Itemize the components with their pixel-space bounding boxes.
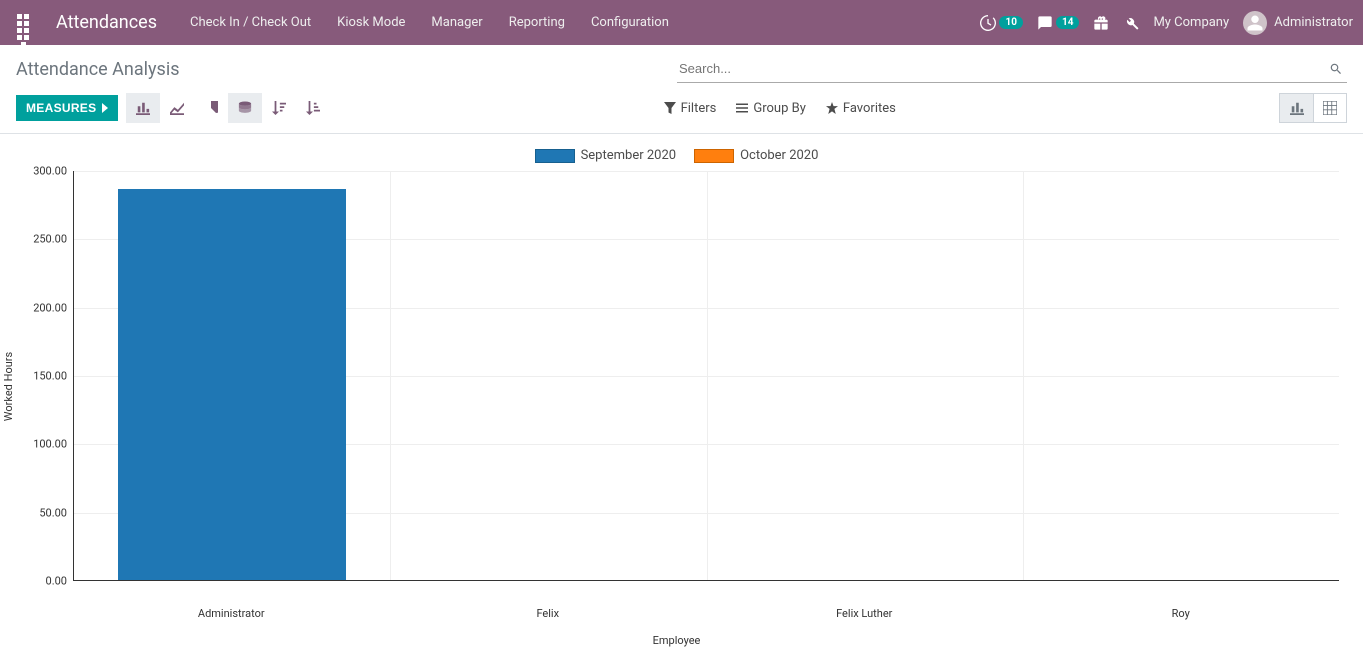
app-brand[interactable]: Attendances [56, 12, 157, 33]
x-tick: Administrator [73, 601, 390, 620]
y-tick: 250.00 [33, 233, 67, 246]
legend-swatch [694, 149, 734, 163]
caret-right-icon [102, 103, 108, 113]
filters-dropdown[interactable]: Filters [664, 101, 717, 116]
funnel-icon [664, 102, 676, 114]
legend-item-oct[interactable]: October 2020 [694, 148, 818, 163]
x-tick: Roy [1023, 601, 1340, 620]
sort-asc-button[interactable] [296, 93, 330, 123]
view-switcher [1279, 93, 1347, 123]
avatar [1243, 11, 1267, 35]
x-axis: AdministratorFelixFelix LutherRoy [73, 601, 1339, 620]
discuss-badge[interactable]: 14 [1037, 15, 1079, 31]
nav-right: 10 14 My Company Administrator [980, 11, 1353, 35]
gift-icon[interactable] [1093, 15, 1109, 31]
nav-menu: Check In / Check Out Kiosk Mode Manager … [177, 0, 682, 45]
timer-count: 10 [999, 16, 1022, 29]
x-tick: Felix [390, 601, 707, 620]
timer-badge[interactable]: 10 [980, 15, 1022, 31]
y-axis: 0.0050.00100.00150.00200.00250.00300.00 [18, 171, 73, 581]
x-axis-label: Employee [0, 620, 1353, 647]
legend: September 2020 October 2020 [0, 144, 1353, 171]
y-tick: 50.00 [39, 506, 67, 519]
discuss-count: 14 [1056, 16, 1079, 29]
nav-checkin[interactable]: Check In / Check Out [177, 0, 324, 45]
bar[interactable] [118, 189, 346, 580]
y-axis-label: Worked Hours [3, 351, 16, 420]
nav-kiosk[interactable]: Kiosk Mode [324, 0, 418, 45]
control-panel: Attendance Analysis MEASURES [0, 45, 1363, 134]
bar-chart-button[interactable] [126, 93, 160, 123]
legend-item-sept[interactable]: September 2020 [535, 148, 677, 163]
measures-button[interactable]: MEASURES [16, 95, 118, 121]
y-tick: 100.00 [33, 438, 67, 451]
star-icon [826, 102, 838, 114]
x-tick: Felix Luther [706, 601, 1023, 620]
chart-type-buttons [126, 93, 330, 123]
search-input[interactable] [677, 57, 1325, 80]
page-title: Attendance Analysis [16, 59, 180, 80]
pivot-view-button[interactable] [1313, 93, 1347, 123]
graph-view-button[interactable] [1279, 93, 1313, 123]
pie-chart-button[interactable] [194, 93, 228, 123]
search-box[interactable] [677, 55, 1347, 83]
y-tick: 200.00 [33, 301, 67, 314]
user-menu[interactable]: Administrator [1243, 11, 1353, 35]
navbar: Attendances Check In / Check Out Kiosk M… [0, 0, 1363, 45]
legend-swatch [535, 149, 575, 163]
chat-icon [1037, 15, 1053, 31]
user-name: Administrator [1274, 15, 1353, 30]
groupby-dropdown[interactable]: Group By [736, 101, 806, 116]
search-options: Filters Group By Favorites [664, 101, 946, 116]
y-tick: 0.00 [46, 575, 67, 588]
plot-area [73, 171, 1339, 581]
tools-icon[interactable] [1123, 15, 1139, 31]
search-icon[interactable] [1325, 62, 1347, 76]
stacked-button[interactable] [228, 93, 262, 123]
nav-manager[interactable]: Manager [418, 0, 495, 45]
clock-icon [980, 15, 996, 31]
y-tick: 150.00 [33, 370, 67, 383]
line-chart-button[interactable] [160, 93, 194, 123]
company-name[interactable]: My Company [1153, 15, 1229, 30]
apps-icon[interactable] [10, 10, 36, 36]
nav-reporting[interactable]: Reporting [496, 0, 578, 45]
y-tick: 300.00 [33, 165, 67, 178]
list-icon [736, 102, 748, 114]
sort-desc-button[interactable] [262, 93, 296, 123]
measures-label: MEASURES [26, 101, 96, 115]
chart: September 2020 October 2020 Worked Hours… [0, 134, 1363, 657]
nav-configuration[interactable]: Configuration [578, 0, 682, 45]
favorites-dropdown[interactable]: Favorites [826, 101, 896, 116]
